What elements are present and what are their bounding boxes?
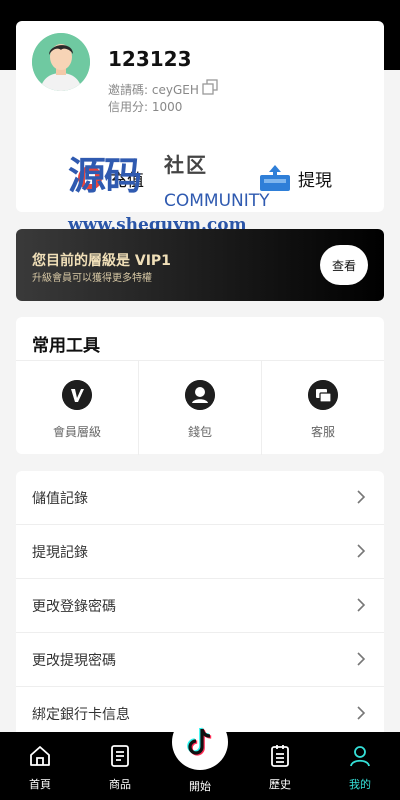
- tool-member-level[interactable]: 會員層級: [16, 361, 139, 455]
- copy-icon[interactable]: [202, 79, 218, 95]
- chevron-right-icon: [357, 652, 366, 666]
- profile-card: 123123 邀請碼: ceyGEH 信用分: 1000 充值 提現 源码 社区…: [16, 21, 384, 235]
- menu-label: 更改提現密碼: [32, 653, 116, 669]
- nav-label: 首頁: [29, 778, 51, 791]
- tiktok-icon: [187, 727, 212, 756]
- menu-item-withdraw-records[interactable]: 提現記錄: [16, 525, 384, 579]
- menu-item-change-login-password[interactable]: 更改登錄密碼: [16, 579, 384, 633]
- invite-code: 邀請碼: ceyGEH: [108, 83, 199, 97]
- menu-label: 提現記錄: [32, 545, 88, 561]
- nav-start-button[interactable]: [172, 714, 228, 770]
- deposit-button[interactable]: 充值: [76, 161, 144, 195]
- v-badge-icon: [62, 380, 92, 410]
- credit-score: 信用分: 1000: [108, 100, 183, 114]
- username: 123123: [108, 47, 192, 71]
- withdraw-icon: [260, 165, 290, 191]
- profile-icon: [350, 746, 370, 767]
- vip-banner: 您目前的層級是 VIP1 升級會員可以獲得更多特權 查看: [16, 229, 384, 301]
- vip-subtitle: 升級會員可以獲得更多特權: [32, 273, 152, 284]
- menu-label: 更改登錄密碼: [32, 599, 116, 615]
- user-icon: [185, 380, 215, 410]
- menu-label: 儲值記錄: [32, 491, 88, 507]
- avatar[interactable]: [32, 33, 90, 91]
- nav-label: 我的: [349, 778, 371, 791]
- home-icon: [30, 746, 50, 766]
- nav-start-label: 開始: [189, 780, 211, 793]
- tool-label: 錢包: [187, 425, 212, 439]
- nav-products[interactable]: 商品: [80, 732, 160, 800]
- tool-customer-service[interactable]: 客服: [262, 361, 384, 455]
- vip-title: 您目前的層級是 VIP1: [32, 253, 171, 269]
- tool-label: 會員層級: [52, 425, 101, 439]
- withdraw-button[interactable]: 提現: [258, 161, 332, 195]
- nav-home[interactable]: 首頁: [0, 732, 80, 800]
- document-icon: [111, 745, 129, 767]
- nav-history[interactable]: 歷史: [240, 732, 320, 800]
- chevron-right-icon: [357, 598, 366, 612]
- chevron-right-icon: [357, 706, 366, 720]
- list-icon: [271, 745, 289, 767]
- vip-view-button[interactable]: 查看: [320, 245, 368, 285]
- tool-wallet[interactable]: 錢包: [139, 361, 262, 455]
- menu-item-deposit-records[interactable]: 儲值記錄: [16, 471, 384, 525]
- menu-list: 儲值記錄 提現記錄 更改登錄密碼 更改提現密碼 綁定銀行卡信息: [16, 471, 384, 751]
- chat-icon: [308, 380, 338, 410]
- withdraw-label: 提現: [298, 170, 332, 191]
- tools-card: 常用工具 會員層級 錢包 客服: [16, 317, 384, 455]
- watermark-community: COMMUNITY: [164, 191, 270, 211]
- tools-row: 會員層級 錢包 客服: [16, 360, 384, 455]
- nav-mine[interactable]: 我的: [320, 732, 400, 800]
- chevron-right-icon: [357, 544, 366, 558]
- menu-item-change-withdraw-password[interactable]: 更改提現密碼: [16, 633, 384, 687]
- nav-label: 歷史: [269, 778, 291, 791]
- deposit-label: 充值: [110, 170, 144, 191]
- chevron-right-icon: [357, 490, 366, 504]
- watermark-small: 社区: [164, 153, 208, 177]
- menu-label: 綁定銀行卡信息: [32, 707, 130, 723]
- nav-label: 商品: [109, 778, 131, 791]
- tool-label: 客服: [310, 425, 335, 439]
- tools-title: 常用工具: [32, 336, 100, 356]
- avatar-icon: [32, 33, 90, 91]
- deposit-icon: [78, 166, 102, 190]
